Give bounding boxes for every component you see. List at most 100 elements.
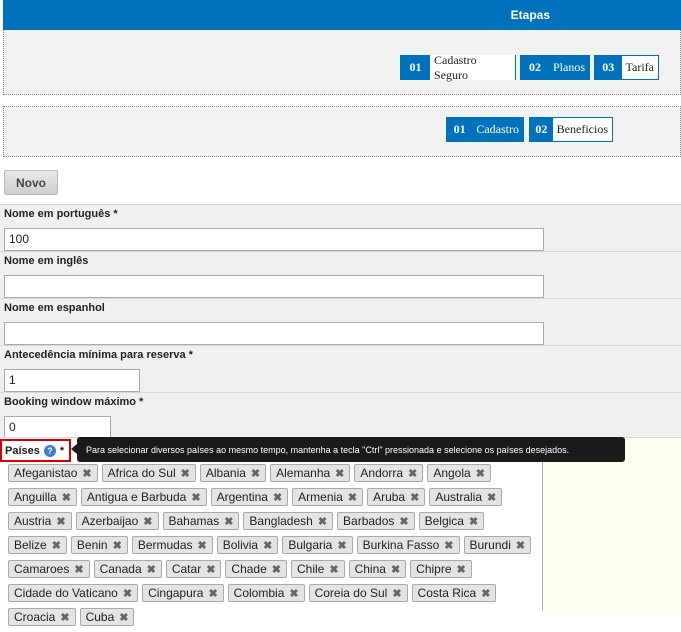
remove-icon[interactable]: ✖ xyxy=(469,515,478,528)
country-tag: Bolivia ✖ xyxy=(216,536,279,554)
remove-icon[interactable]: ✖ xyxy=(289,587,298,600)
paises-label-text: Países xyxy=(5,444,40,457)
help-icon[interactable]: ? xyxy=(43,444,56,457)
country-tag: Angola ✖ xyxy=(427,464,491,482)
country-tag: Albania ✖ xyxy=(199,464,267,482)
country-tag: Costa Rica ✖ xyxy=(411,584,497,602)
country-tag: Benin ✖ xyxy=(70,536,128,554)
country-tag-label: China xyxy=(354,562,386,576)
remove-icon[interactable]: ✖ xyxy=(113,539,122,552)
step-number: 02 xyxy=(521,55,549,80)
remove-icon[interactable]: ✖ xyxy=(487,491,496,504)
country-tag: Cuba ✖ xyxy=(79,608,135,626)
country-tag-label: Africa do Sul xyxy=(107,466,176,480)
remove-icon[interactable]: ✖ xyxy=(198,539,207,552)
step-label: Cadastro Seguro xyxy=(430,53,515,82)
remove-icon[interactable]: ✖ xyxy=(273,491,282,504)
country-tag: Antigua e Barbuda ✖ xyxy=(80,488,207,506)
tooltip-text: Para selecionar diversos países ao mesmo… xyxy=(86,444,570,455)
remove-icon[interactable]: ✖ xyxy=(147,563,156,576)
country-tag-label: Argentina xyxy=(216,490,268,504)
remove-icon[interactable]: ✖ xyxy=(337,539,346,552)
remove-icon[interactable]: ✖ xyxy=(251,467,260,480)
country-tag: Bermudas ✖ xyxy=(131,536,213,554)
field-booking-window: Booking window máximo * 0 xyxy=(0,392,681,439)
remove-icon[interactable]: ✖ xyxy=(516,539,525,552)
remove-icon[interactable]: ✖ xyxy=(272,563,281,576)
remove-icon[interactable]: ✖ xyxy=(123,587,132,600)
country-tag-label: Alemanha xyxy=(276,466,331,480)
remove-icon[interactable]: ✖ xyxy=(60,611,69,624)
country-tag-label: Bahamas xyxy=(168,514,220,528)
required-mark: * xyxy=(59,444,65,457)
country-tag-label: Coreia do Sul xyxy=(314,586,388,600)
remove-icon[interactable]: ✖ xyxy=(476,467,485,480)
remove-icon[interactable]: ✖ xyxy=(143,515,152,528)
remove-icon[interactable]: ✖ xyxy=(408,467,417,480)
country-tag: Burundi ✖ xyxy=(463,536,532,554)
country-tag-label: Burundi xyxy=(469,538,511,552)
paises-tooltip: Para selecionar diversos países ao mesmo… xyxy=(71,437,625,462)
country-tag-label: Angola xyxy=(433,466,471,480)
remove-icon[interactable]: ✖ xyxy=(82,467,91,480)
remove-icon[interactable]: ✖ xyxy=(410,491,419,504)
country-tag-label: Cingapura xyxy=(148,586,204,600)
step-tarifa[interactable]: 03 Tarifa xyxy=(594,55,659,80)
country-tag-label: Anguilla xyxy=(14,490,57,504)
country-tag: Croacia ✖ xyxy=(8,608,76,626)
remove-icon[interactable]: ✖ xyxy=(119,611,128,624)
antecedencia-input[interactable]: 1 xyxy=(4,369,140,392)
field-nome-es: Nome em espanhol xyxy=(0,298,681,345)
country-tag: Chile ✖ xyxy=(291,560,345,578)
country-tag: Aruba ✖ xyxy=(367,488,426,506)
country-tag: Chade ✖ xyxy=(225,560,287,578)
country-tag-label: Camaroes xyxy=(14,562,70,576)
country-tag-label: Bolivia xyxy=(222,538,259,552)
remove-icon[interactable]: ✖ xyxy=(62,491,71,504)
country-tag: Bangladesh ✖ xyxy=(243,512,334,530)
nome-es-input[interactable] xyxy=(4,322,544,345)
remove-icon[interactable]: ✖ xyxy=(74,563,83,576)
country-tag: Belgica ✖ xyxy=(418,512,485,530)
remove-icon[interactable]: ✖ xyxy=(224,515,233,528)
remove-icon[interactable]: ✖ xyxy=(191,491,200,504)
country-tag: Bahamas ✖ xyxy=(162,512,240,530)
step-planos[interactable]: 02 Planos xyxy=(520,55,590,80)
nome-pt-input[interactable]: 100 xyxy=(4,228,544,251)
remove-icon[interactable]: ✖ xyxy=(481,587,490,600)
remove-icon[interactable]: ✖ xyxy=(457,563,466,576)
remove-icon[interactable]: ✖ xyxy=(318,515,327,528)
country-tag: Belize ✖ xyxy=(8,536,67,554)
remove-icon[interactable]: ✖ xyxy=(206,563,215,576)
remove-icon[interactable]: ✖ xyxy=(335,467,344,480)
remove-icon[interactable]: ✖ xyxy=(399,515,408,528)
step-cadastro[interactable]: 01 Cadastro xyxy=(446,117,524,142)
step-number: 03 xyxy=(595,55,622,80)
booking-window-input[interactable]: 0 xyxy=(4,416,111,439)
remove-icon[interactable]: ✖ xyxy=(329,563,338,576)
selected-countries: Afeganistao ✖ Africa do Sul ✖ Albania ✖ Aleman… xyxy=(8,464,540,632)
nome-en-label: Nome em inglês xyxy=(4,255,89,267)
remove-icon[interactable]: ✖ xyxy=(391,563,400,576)
step-cadastro-seguro[interactable]: 01 Cadastro Seguro xyxy=(400,53,516,82)
novo-button[interactable]: Novo xyxy=(4,170,58,195)
remove-icon[interactable]: ✖ xyxy=(263,539,272,552)
country-tag-label: Benin xyxy=(76,538,108,552)
etapas-title: Etapas xyxy=(510,8,550,22)
country-tag-label: Australia xyxy=(435,490,482,504)
step-beneficios[interactable]: 02 Beneficios xyxy=(529,117,613,142)
nome-en-input[interactable] xyxy=(4,275,544,298)
country-tag-label: Andorra xyxy=(360,466,404,480)
remove-icon[interactable]: ✖ xyxy=(181,467,190,480)
remove-icon[interactable]: ✖ xyxy=(56,515,65,528)
remove-icon[interactable]: ✖ xyxy=(52,539,61,552)
remove-icon[interactable]: ✖ xyxy=(392,587,401,600)
country-tag-label: Belgica xyxy=(424,514,464,528)
remove-icon[interactable]: ✖ xyxy=(444,539,453,552)
remove-icon[interactable]: ✖ xyxy=(348,491,357,504)
country-tag-label: Chipre xyxy=(416,562,452,576)
country-tag: Coreia do Sul ✖ xyxy=(308,584,408,602)
remove-icon[interactable]: ✖ xyxy=(208,587,217,600)
step-number: 02 xyxy=(530,117,553,142)
antecedencia-label: Antecedência mínima para reserva * xyxy=(4,349,193,361)
